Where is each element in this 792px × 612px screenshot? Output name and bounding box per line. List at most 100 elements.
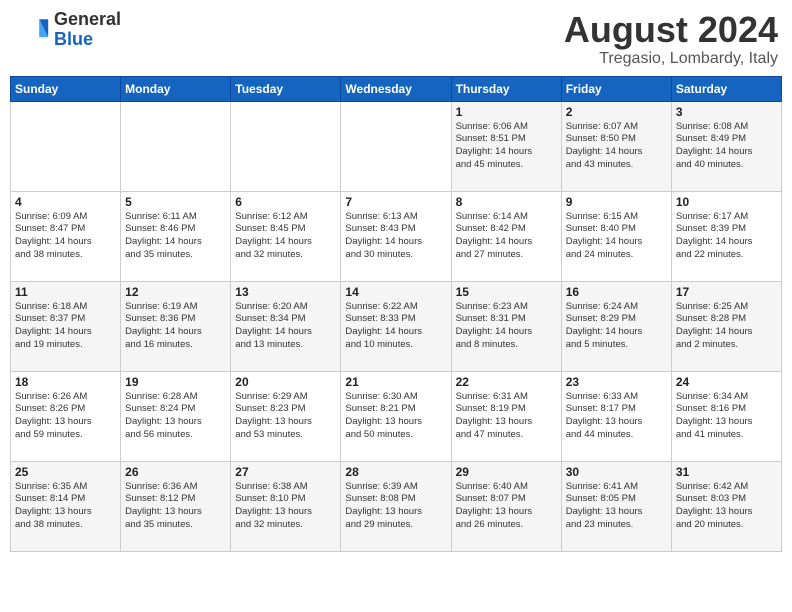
- day-number: 1: [456, 105, 557, 119]
- logo-icon: [14, 12, 50, 48]
- cell-detail: Sunrise: 6:29 AM Sunset: 8:23 PM Dayligh…: [235, 391, 336, 442]
- day-number: 17: [676, 285, 777, 299]
- cell-detail: Sunrise: 6:38 AM Sunset: 8:10 PM Dayligh…: [235, 481, 336, 532]
- calendar-week-row: 18 Sunrise: 6:26 AM Sunset: 8:26 PM Dayli…: [11, 371, 782, 461]
- calendar-cell: 15 Sunrise: 6:23 AM Sunset: 8:31 PM Dayli…: [451, 281, 561, 371]
- cell-detail: Sunrise: 6:18 AM Sunset: 8:37 PM Dayligh…: [15, 301, 116, 352]
- day-number: 31: [676, 465, 777, 479]
- day-number: 8: [456, 195, 557, 209]
- day-number: 22: [456, 375, 557, 389]
- day-number: 20: [235, 375, 336, 389]
- day-number: 11: [15, 285, 116, 299]
- day-number: 27: [235, 465, 336, 479]
- cell-detail: Sunrise: 6:24 AM Sunset: 8:29 PM Dayligh…: [566, 301, 667, 352]
- day-number: 10: [676, 195, 777, 209]
- weekday-header-row: SundayMondayTuesdayWednesdayThursdayFrid…: [11, 76, 782, 101]
- weekday-header: Wednesday: [341, 76, 451, 101]
- cell-detail: Sunrise: 6:31 AM Sunset: 8:19 PM Dayligh…: [456, 391, 557, 442]
- title-block: August 2024 Tregasio, Lombardy, Italy: [564, 10, 778, 68]
- calendar-cell: 12Sunrise: 6:19 AM Sunset: 8:36 PM Dayli…: [121, 281, 231, 371]
- cell-detail: Sunrise: 6:13 AM Sunset: 8:43 PM Dayligh…: [345, 211, 446, 262]
- calendar-cell: 22 Sunrise: 6:31 AM Sunset: 8:19 PM Dayli…: [451, 371, 561, 461]
- weekday-header: Sunday: [11, 76, 121, 101]
- cell-detail: Sunrise: 6:20 AM Sunset: 8:34 PM Dayligh…: [235, 301, 336, 352]
- calendar-cell: 28Sunrise: 6:39 AM Sunset: 8:08 PM Dayli…: [341, 461, 451, 551]
- logo-blue: Blue: [54, 29, 93, 49]
- day-number: 13: [235, 285, 336, 299]
- calendar-cell: 17 Sunrise: 6:25 AM Sunset: 8:28 PM Dayli…: [671, 281, 781, 371]
- calendar-week-row: 11 Sunrise: 6:18 AM Sunset: 8:37 PM Dayli…: [11, 281, 782, 371]
- calendar-week-row: 25 Sunrise: 6:35 AM Sunset: 8:14 PM Dayli…: [11, 461, 782, 551]
- calendar-cell: 5Sunrise: 6:11 AM Sunset: 8:46 PM Daylig…: [121, 191, 231, 281]
- calendar-cell: 19Sunrise: 6:28 AM Sunset: 8:24 PM Dayli…: [121, 371, 231, 461]
- day-number: 18: [15, 375, 116, 389]
- cell-detail: Sunrise: 6:23 AM Sunset: 8:31 PM Dayligh…: [456, 301, 557, 352]
- cell-detail: Sunrise: 6:28 AM Sunset: 8:24 PM Dayligh…: [125, 391, 226, 442]
- cell-detail: Sunrise: 6:26 AM Sunset: 8:26 PM Dayligh…: [15, 391, 116, 442]
- calendar-cell: 23 Sunrise: 6:33 AM Sunset: 8:17 PM Dayli…: [561, 371, 671, 461]
- calendar-cell: 14 Sunrise: 6:22 AM Sunset: 8:33 PM Dayli…: [341, 281, 451, 371]
- calendar-cell: 30Sunrise: 6:41 AM Sunset: 8:05 PM Dayli…: [561, 461, 671, 551]
- cell-detail: Sunrise: 6:30 AM Sunset: 8:21 PM Dayligh…: [345, 391, 446, 442]
- weekday-header: Friday: [561, 76, 671, 101]
- cell-detail: Sunrise: 6:39 AM Sunset: 8:08 PM Dayligh…: [345, 481, 446, 532]
- cell-detail: Sunrise: 6:07 AM Sunset: 8:50 PM Dayligh…: [566, 121, 667, 172]
- calendar-cell: 9Sunrise: 6:15 AM Sunset: 8:40 PM Daylig…: [561, 191, 671, 281]
- calendar-cell: 24 Sunrise: 6:34 AM Sunset: 8:16 PM Dayli…: [671, 371, 781, 461]
- day-number: 6: [235, 195, 336, 209]
- calendar-cell: 31 Sunrise: 6:42 AM Sunset: 8:03 PM Dayli…: [671, 461, 781, 551]
- calendar-cell: 10Sunrise: 6:17 AM Sunset: 8:39 PM Dayli…: [671, 191, 781, 281]
- cell-detail: Sunrise: 6:09 AM Sunset: 8:47 PM Dayligh…: [15, 211, 116, 262]
- calendar-cell: 21 Sunrise: 6:30 AM Sunset: 8:21 PM Dayli…: [341, 371, 451, 461]
- day-number: 2: [566, 105, 667, 119]
- calendar-cell: 20 Sunrise: 6:29 AM Sunset: 8:23 PM Dayli…: [231, 371, 341, 461]
- cell-detail: Sunrise: 6:41 AM Sunset: 8:05 PM Dayligh…: [566, 481, 667, 532]
- day-number: 12: [125, 285, 226, 299]
- logo: General Blue: [14, 10, 121, 50]
- calendar-week-row: 1 Sunrise: 6:06 AM Sunset: 8:51 PM Daylig…: [11, 101, 782, 191]
- calendar-cell: [231, 101, 341, 191]
- calendar-cell: 18 Sunrise: 6:26 AM Sunset: 8:26 PM Dayli…: [11, 371, 121, 461]
- cell-detail: Sunrise: 6:35 AM Sunset: 8:14 PM Dayligh…: [15, 481, 116, 532]
- cell-detail: Sunrise: 6:36 AM Sunset: 8:12 PM Dayligh…: [125, 481, 226, 532]
- cell-detail: Sunrise: 6:33 AM Sunset: 8:17 PM Dayligh…: [566, 391, 667, 442]
- day-number: 25: [15, 465, 116, 479]
- day-number: 5: [125, 195, 226, 209]
- logo-general: General: [54, 9, 121, 29]
- day-number: 26: [125, 465, 226, 479]
- weekday-header: Tuesday: [231, 76, 341, 101]
- day-number: 15: [456, 285, 557, 299]
- calendar-cell: [341, 101, 451, 191]
- calendar-cell: 2 Sunrise: 6:07 AM Sunset: 8:50 PM Daylig…: [561, 101, 671, 191]
- calendar-cell: 3Sunrise: 6:08 AM Sunset: 8:49 PM Daylig…: [671, 101, 781, 191]
- day-number: 29: [456, 465, 557, 479]
- day-number: 9: [566, 195, 667, 209]
- calendar-cell: 1 Sunrise: 6:06 AM Sunset: 8:51 PM Daylig…: [451, 101, 561, 191]
- month-year: August 2024: [564, 10, 778, 50]
- day-number: 21: [345, 375, 446, 389]
- location: Tregasio, Lombardy, Italy: [564, 50, 778, 68]
- calendar-week-row: 4 Sunrise: 6:09 AM Sunset: 8:47 PM Daylig…: [11, 191, 782, 281]
- calendar-cell: 4 Sunrise: 6:09 AM Sunset: 8:47 PM Daylig…: [11, 191, 121, 281]
- calendar-cell: 13 Sunrise: 6:20 AM Sunset: 8:34 PM Dayli…: [231, 281, 341, 371]
- cell-detail: Sunrise: 6:22 AM Sunset: 8:33 PM Dayligh…: [345, 301, 446, 352]
- calendar-cell: 6Sunrise: 6:12 AM Sunset: 8:45 PM Daylig…: [231, 191, 341, 281]
- logo-text: General Blue: [54, 10, 121, 50]
- cell-detail: Sunrise: 6:42 AM Sunset: 8:03 PM Dayligh…: [676, 481, 777, 532]
- cell-detail: Sunrise: 6:25 AM Sunset: 8:28 PM Dayligh…: [676, 301, 777, 352]
- page-header: General Blue August 2024 Tregasio, Lomba…: [10, 10, 782, 68]
- calendar-cell: 25 Sunrise: 6:35 AM Sunset: 8:14 PM Dayli…: [11, 461, 121, 551]
- calendar-table: SundayMondayTuesdayWednesdayThursdayFrid…: [10, 76, 782, 552]
- cell-detail: Sunrise: 6:40 AM Sunset: 8:07 PM Dayligh…: [456, 481, 557, 532]
- day-number: 23: [566, 375, 667, 389]
- calendar-cell: 26 Sunrise: 6:36 AM Sunset: 8:12 PM Dayli…: [121, 461, 231, 551]
- calendar-cell: 7Sunrise: 6:13 AM Sunset: 8:43 PM Daylig…: [341, 191, 451, 281]
- cell-detail: Sunrise: 6:14 AM Sunset: 8:42 PM Dayligh…: [456, 211, 557, 262]
- weekday-header: Monday: [121, 76, 231, 101]
- day-number: 4: [15, 195, 116, 209]
- calendar-cell: 27 Sunrise: 6:38 AM Sunset: 8:10 PM Dayli…: [231, 461, 341, 551]
- cell-detail: Sunrise: 6:06 AM Sunset: 8:51 PM Dayligh…: [456, 121, 557, 172]
- cell-detail: Sunrise: 6:34 AM Sunset: 8:16 PM Dayligh…: [676, 391, 777, 442]
- day-number: 24: [676, 375, 777, 389]
- day-number: 14: [345, 285, 446, 299]
